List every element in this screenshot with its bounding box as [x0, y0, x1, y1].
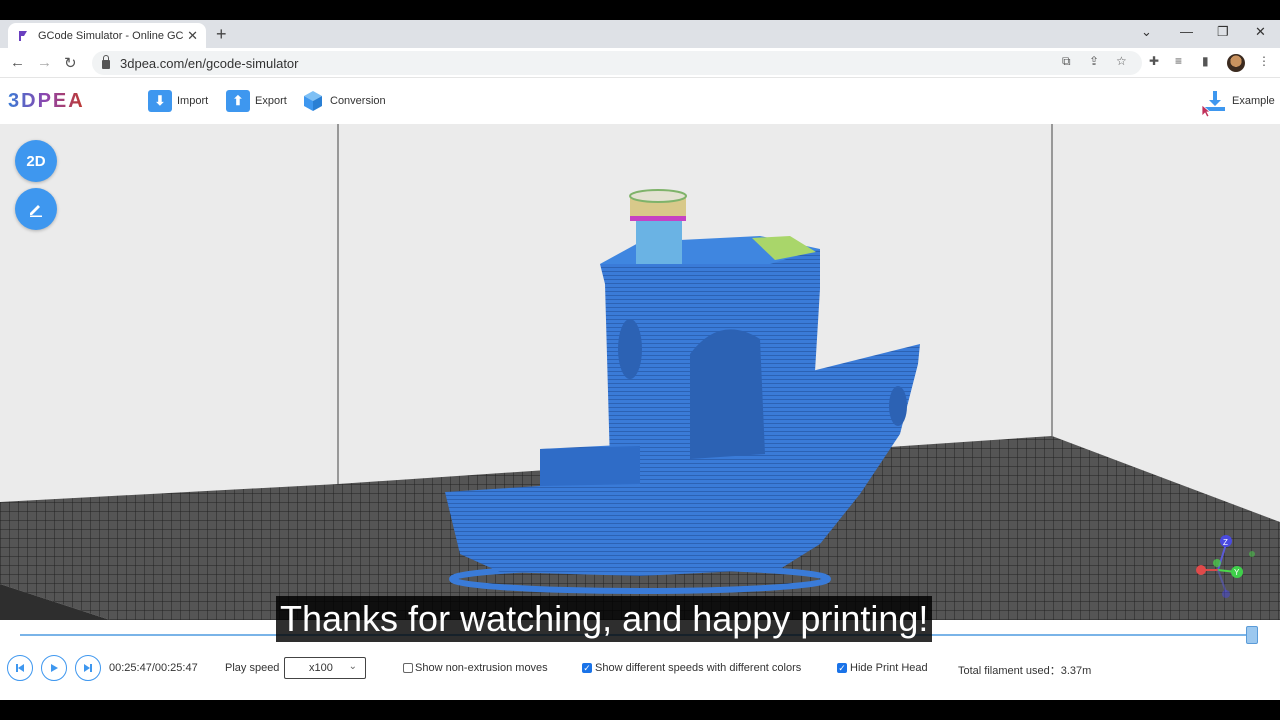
export-upload-icon: ⬆ — [226, 90, 250, 112]
export-label: Export — [255, 95, 287, 107]
example-button[interactable]: Example — [1203, 88, 1275, 114]
conversion-label: Conversion — [330, 95, 386, 107]
import-button[interactable]: ⬇ Import — [148, 88, 208, 114]
browser-tab-active[interactable]: GCode Simulator - Online GC ✕ — [8, 23, 206, 48]
minimize-icon[interactable]: — — [1180, 24, 1193, 39]
speed-colors-label: Show different speeds with different col… — [595, 662, 802, 674]
play-button[interactable] — [41, 655, 67, 681]
skip-forward-icon — [84, 664, 92, 672]
play-speed-value: x100 — [309, 662, 333, 674]
non-extrusion-checkbox[interactable] — [403, 663, 413, 673]
video-subtitle: Thanks for watching, and happy printing! — [276, 596, 933, 642]
menu-kebab-icon[interactable]: ⋮ — [1258, 54, 1270, 68]
forward-icon[interactable]: → — [37, 54, 52, 71]
cube-icon — [304, 91, 322, 111]
back-icon[interactable]: ← — [10, 54, 25, 71]
speed-colors-checkbox[interactable]: ✓ — [582, 663, 592, 673]
edit-pencil-button[interactable] — [15, 188, 57, 230]
translate-icon[interactable]: ⧉ — [1062, 54, 1071, 69]
url-field[interactable]: 3dpea.com/en/gcode-simulator — [92, 51, 1142, 75]
simulation-viewport[interactable]: Z Y 2D — [0, 124, 1280, 620]
new-tab-icon[interactable]: + — [216, 24, 227, 45]
z-axis-label: Z — [1223, 538, 1228, 547]
play-speed-select[interactable]: x100 ⌄ — [284, 657, 366, 679]
mouse-cursor-icon — [1201, 104, 1211, 118]
y-axis-label: Y — [1234, 568, 1240, 577]
chevron-down-icon: ⌄ — [348, 661, 357, 672]
pencil-icon — [30, 205, 42, 217]
media-icon[interactable]: ≡ — [1175, 54, 1182, 68]
side-panel-icon[interactable]: ▮ — [1202, 54, 1209, 68]
play-icon — [51, 664, 58, 672]
play-speed-label: Play speed — [225, 662, 280, 674]
app-toolbar: 3DPEA ⬇ Import ⬆ Export Conversion Examp… — [0, 78, 1280, 124]
restore-icon[interactable]: ❐ — [1217, 24, 1229, 40]
app-logo[interactable]: 3DPEA — [8, 90, 85, 113]
bookmark-star-icon[interactable]: ☆ — [1116, 54, 1127, 68]
tab-search-chevron-icon[interactable]: ⌄ — [1141, 24, 1152, 40]
share-icon[interactable]: ⇪ — [1089, 54, 1099, 68]
url-text: 3dpea.com/en/gcode-simulator — [120, 55, 299, 71]
tab-close-icon[interactable]: ✕ — [187, 28, 198, 44]
skip-back-icon — [16, 664, 24, 672]
browser-tabstrip: GCode Simulator - Online GC ✕ + ⌄ — ❐ ✕ — [0, 20, 1280, 48]
lock-icon — [102, 54, 110, 69]
browser-address-bar: ← → ↻ 3dpea.com/en/gcode-simulator ⧉ ⇪ ☆… — [0, 48, 1280, 78]
import-label: Import — [177, 95, 209, 107]
conversion-button[interactable]: Conversion — [301, 88, 386, 114]
import-download-icon: ⬇ — [148, 90, 172, 112]
hide-print-head-label: Hide Print Head — [850, 662, 928, 674]
tab-title: GCode Simulator - Online GC — [38, 29, 184, 42]
timeline-thumb[interactable] — [1246, 626, 1258, 644]
skip-to-end-button[interactable] — [75, 655, 101, 681]
toggle-2d-button[interactable]: 2D — [15, 140, 57, 182]
site-favicon-icon — [19, 30, 27, 41]
hide-print-head-checkbox[interactable]: ✓ — [837, 663, 847, 673]
example-label: Example — [1232, 95, 1275, 107]
profile-avatar[interactable] — [1227, 54, 1245, 72]
skip-to-start-button[interactable] — [7, 655, 33, 681]
time-readout: 00:25:47/00:25:47 — [109, 662, 198, 674]
filament-used-readout: Total filament used：3.37m — [958, 665, 1092, 677]
non-extrusion-label: Show non-extrusion moves — [415, 662, 548, 674]
export-button[interactable]: ⬆ Export — [226, 88, 287, 114]
scene-canvas[interactable]: Z Y — [0, 124, 1280, 620]
video-frame: GCode Simulator - Online GC ✕ + ⌄ — ❐ ✕ … — [0, 0, 1280, 720]
extensions-icon[interactable]: ✚ — [1149, 54, 1159, 68]
reload-icon[interactable]: ↻ — [64, 54, 77, 72]
window-close-icon[interactable]: ✕ — [1255, 24, 1266, 40]
